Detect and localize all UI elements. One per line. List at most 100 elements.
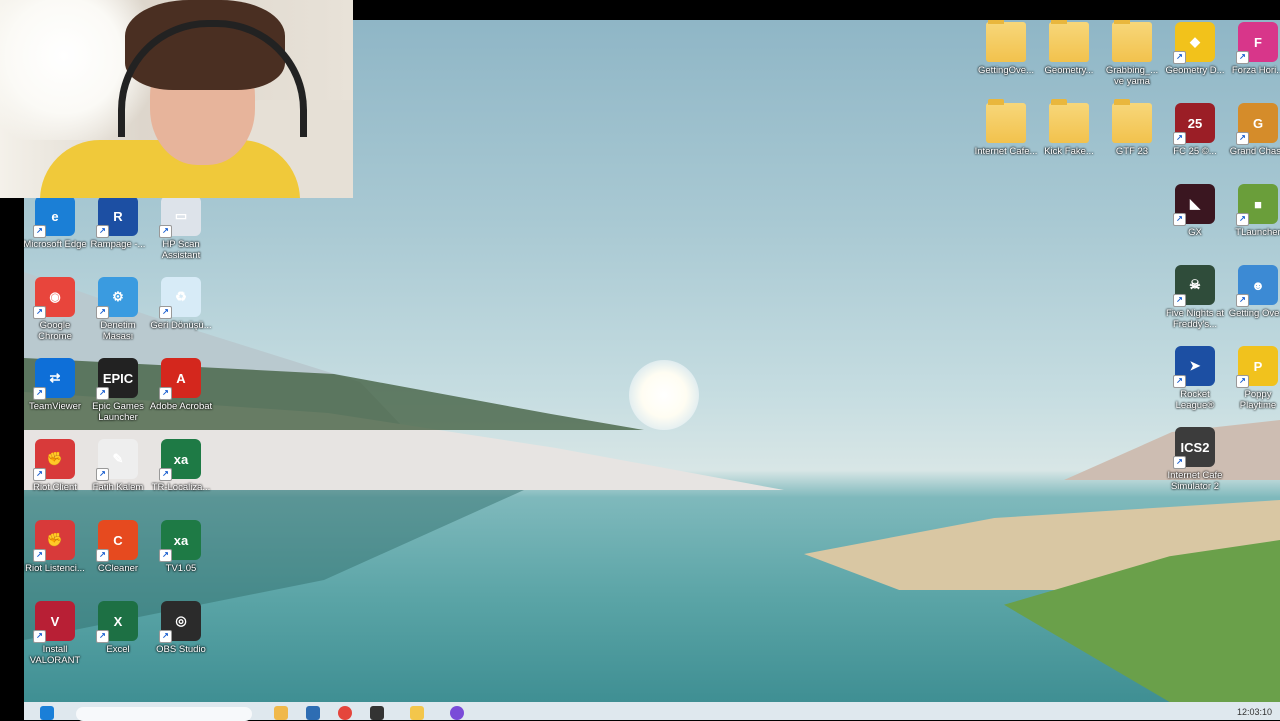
desktop-shortcut-chrome[interactable]: ◉ ↗ Google Chrome xyxy=(24,277,87,342)
shortcut-arrow-icon: ↗ xyxy=(96,387,109,400)
start-icon[interactable] xyxy=(40,706,54,720)
folder-icon xyxy=(1112,20,1152,62)
desktop-shortcut-obs[interactable]: ◎ ↗ OBS Studio xyxy=(149,601,213,655)
desktop-shortcut-rampage[interactable]: R ↗ Rampage -... xyxy=(86,196,150,250)
desktop-shortcut-f4[interactable]: Internet Cafe... xyxy=(974,99,1038,157)
desktop-shortcut-label: Getting Ove... xyxy=(1228,308,1280,319)
taskbar-search-input[interactable] xyxy=(76,707,252,721)
desktop-shortcut-label: TLauncher xyxy=(1235,227,1280,238)
shortcut-arrow-icon: ↗ xyxy=(159,387,172,400)
desktop-shortcut-acrobat[interactable]: A ↗ Adobe Acrobat xyxy=(149,358,213,412)
shortcut-arrow-icon: ↗ xyxy=(1173,213,1186,226)
desktop-shortcut-denetim[interactable]: ⚙ ↗ Denetim Masası xyxy=(86,277,150,342)
desktop-shortcut-ccleaner[interactable]: C ↗ CCleaner xyxy=(86,520,150,574)
desktop-shortcut-hpscan[interactable]: ▭ ↗ HP Scan Assistant xyxy=(149,196,213,261)
desktop-shortcut-label: Grand Chase xyxy=(1229,146,1280,157)
shortcut-arrow-icon: ↗ xyxy=(33,630,46,643)
desktop-shortcut-label: TeamViewer xyxy=(28,401,82,412)
obs-taskbar-icon[interactable] xyxy=(370,706,384,720)
desktop-shortcut-fc25[interactable]: 25 ↗ FC 25 ©... xyxy=(1163,103,1227,157)
wallpaper-sun xyxy=(629,360,699,430)
desktop-shortcut-f6[interactable]: GTF 23 xyxy=(1100,99,1164,157)
desktop-shortcut-label: Internet Cafe Simulator 2 xyxy=(1167,470,1223,492)
desktop-shortcut-poppy[interactable]: P ↗ Poppy Playtime xyxy=(1226,346,1280,411)
edge-icon: e ↗ xyxy=(33,196,75,238)
shortcut-arrow-icon: ↗ xyxy=(96,306,109,319)
shortcut-arrow-icon: ↗ xyxy=(33,468,46,481)
rocket-league-icon: ➤ ↗ xyxy=(1173,346,1215,388)
opera-gx-icon: ◣ ↗ xyxy=(1173,184,1215,226)
ics2-icon: ICS2 ↗ xyxy=(1173,427,1215,469)
taskbar-clock[interactable]: 12:03:10 xyxy=(1237,707,1272,717)
desktop-shortcut-label: FC 25 ©... xyxy=(1173,146,1217,157)
taskbar: 12:03:10 xyxy=(24,702,1280,721)
shortcut-arrow-icon: ↗ xyxy=(1236,132,1249,145)
desktop-shortcut-recycle[interactable]: ♻ ↗ Geri Dönüşü... xyxy=(149,277,213,331)
shortcut-arrow-icon: ↗ xyxy=(1173,132,1186,145)
desktop-shortcut-trlocal[interactable]: xa ↗ TR-Localiza... xyxy=(149,439,213,493)
desktop-shortcut-label: GTF 23 xyxy=(1115,146,1149,157)
desktop-shortcut-excel[interactable]: X ↗ Excel xyxy=(86,601,150,655)
desktop-shortcut-riotclient[interactable]: ✊ ↗ Riot Client xyxy=(24,439,87,493)
widgets-icon[interactable] xyxy=(274,706,288,720)
shortcut-arrow-icon: ↗ xyxy=(159,225,172,238)
rampage-icon: R ↗ xyxy=(96,196,138,238)
getting-over-it-icon: ☻ ↗ xyxy=(1236,265,1278,307)
desktop-shortcut-label: Internet Cafe... xyxy=(974,146,1038,157)
desktop-shortcut-label: Google Chrome xyxy=(38,320,72,342)
desktop-shortcut-epic[interactable]: EPIC ↗ Epic Games Launcher xyxy=(86,358,150,423)
obs-icon: ◎ ↗ xyxy=(159,601,201,643)
fc25-icon: 25 ↗ xyxy=(1173,103,1215,145)
desktop-shortcut-f5[interactable]: Kick Fake... xyxy=(1037,99,1101,157)
fatih-kalem-icon: ✎ ↗ xyxy=(96,439,138,481)
desktop-shortcut-fatih[interactable]: ✎ ↗ Fatih Kalem xyxy=(86,439,150,493)
desktop-shortcut-gx[interactable]: ◣ ↗ GX xyxy=(1163,184,1227,238)
excel-icon: X ↗ xyxy=(96,601,138,643)
grand-chase-icon: G ↗ xyxy=(1236,103,1278,145)
ccleaner-icon: C ↗ xyxy=(96,520,138,562)
chrome-taskbar-icon[interactable] xyxy=(338,706,352,720)
game-icon: ☠ ↗ xyxy=(1173,265,1215,307)
desktop-shortcut-label: Geometry... xyxy=(1044,65,1094,76)
desktop-shortcut-f3[interactable]: Grabbing_... ve yama xyxy=(1100,20,1164,87)
desktop-shortcut-riotlisten[interactable]: ✊ ↗ Riot Listenci... xyxy=(24,520,87,574)
shortcut-arrow-icon: ↗ xyxy=(96,225,109,238)
desktop-shortcut-label: OBS Studio xyxy=(156,644,206,655)
desktop-shortcut-valorant[interactable]: V ↗ Install VALORANT xyxy=(24,601,87,666)
desktop-shortcut-edge[interactable]: e ↗ Microsoft Edge xyxy=(24,196,87,250)
shortcut-arrow-icon: ↗ xyxy=(1173,456,1186,469)
desktop-shortcut-rocket[interactable]: ➤ ↗ Rocket League® xyxy=(1163,346,1227,411)
app-taskbar-icon[interactable] xyxy=(450,706,464,720)
desktop-shortcut-ics[interactable]: ICS2 ↗ Internet Cafe Simulator 2 xyxy=(1163,427,1227,492)
desktop-shortcut-tlauncher[interactable]: ■ ↗ TLauncher xyxy=(1226,184,1280,238)
desktop-shortcut-label: GettingOve... xyxy=(978,65,1034,76)
desktop-shortcut-gd[interactable]: ◆ ↗ Geometry D... xyxy=(1163,22,1227,76)
file-explorer-taskbar-icon[interactable] xyxy=(410,706,424,720)
desktop-shortcut-label: Poppy Playtime xyxy=(1239,389,1277,411)
desktop-shortcut-grandchase[interactable]: G↗Grand Chase xyxy=(1226,103,1280,157)
shortcut-arrow-icon: ↗ xyxy=(1236,51,1249,64)
desktop-shortcut-gettingover[interactable]: ☻↗Getting Ove... xyxy=(1226,265,1280,319)
desktop-shortcut-label: Riot Listenci... xyxy=(25,563,85,574)
recycle-bin-icon: ♻ ↗ xyxy=(159,277,201,319)
shortcut-arrow-icon: ↗ xyxy=(33,225,46,238)
desktop-shortcut-pvz[interactable]: ☠ ↗ Five Nights at Freddy's... xyxy=(1163,265,1227,330)
desktop-shortcut-label: Kick Fake... xyxy=(1044,146,1094,157)
hp-scan-icon: ▭ ↗ xyxy=(159,196,201,238)
poppy-playtime-icon: P ↗ xyxy=(1236,346,1278,388)
desktop-shortcut-f2[interactable]: Geometry... xyxy=(1037,20,1101,76)
control-panel-icon: ⚙ ↗ xyxy=(96,277,138,319)
shortcut-arrow-icon: ↗ xyxy=(33,387,46,400)
desktop-shortcut-forza[interactable]: F ↗ Forza Hori... xyxy=(1226,22,1280,76)
desktop-shortcut-label: CCleaner xyxy=(97,563,139,574)
desktop-shortcut-label: Denetim Masası xyxy=(100,320,136,342)
shortcut-arrow-icon: ↗ xyxy=(159,630,172,643)
folder-icon xyxy=(986,20,1026,62)
taskbar-app-icon[interactable] xyxy=(306,706,320,720)
geometry-dash-icon: ◆ ↗ xyxy=(1173,22,1215,64)
desktop-shortcut-f1[interactable]: GettingOve... xyxy=(974,20,1038,76)
desktop-shortcut-tv105[interactable]: xa ↗ TV1.05 xyxy=(149,520,213,574)
desktop-shortcut-label: Five Nights at Freddy's... xyxy=(1165,308,1225,330)
desktop-shortcut-teamviewer[interactable]: ⇄ ↗ TeamViewer xyxy=(24,358,87,412)
shortcut-arrow-icon: ↗ xyxy=(1173,51,1186,64)
